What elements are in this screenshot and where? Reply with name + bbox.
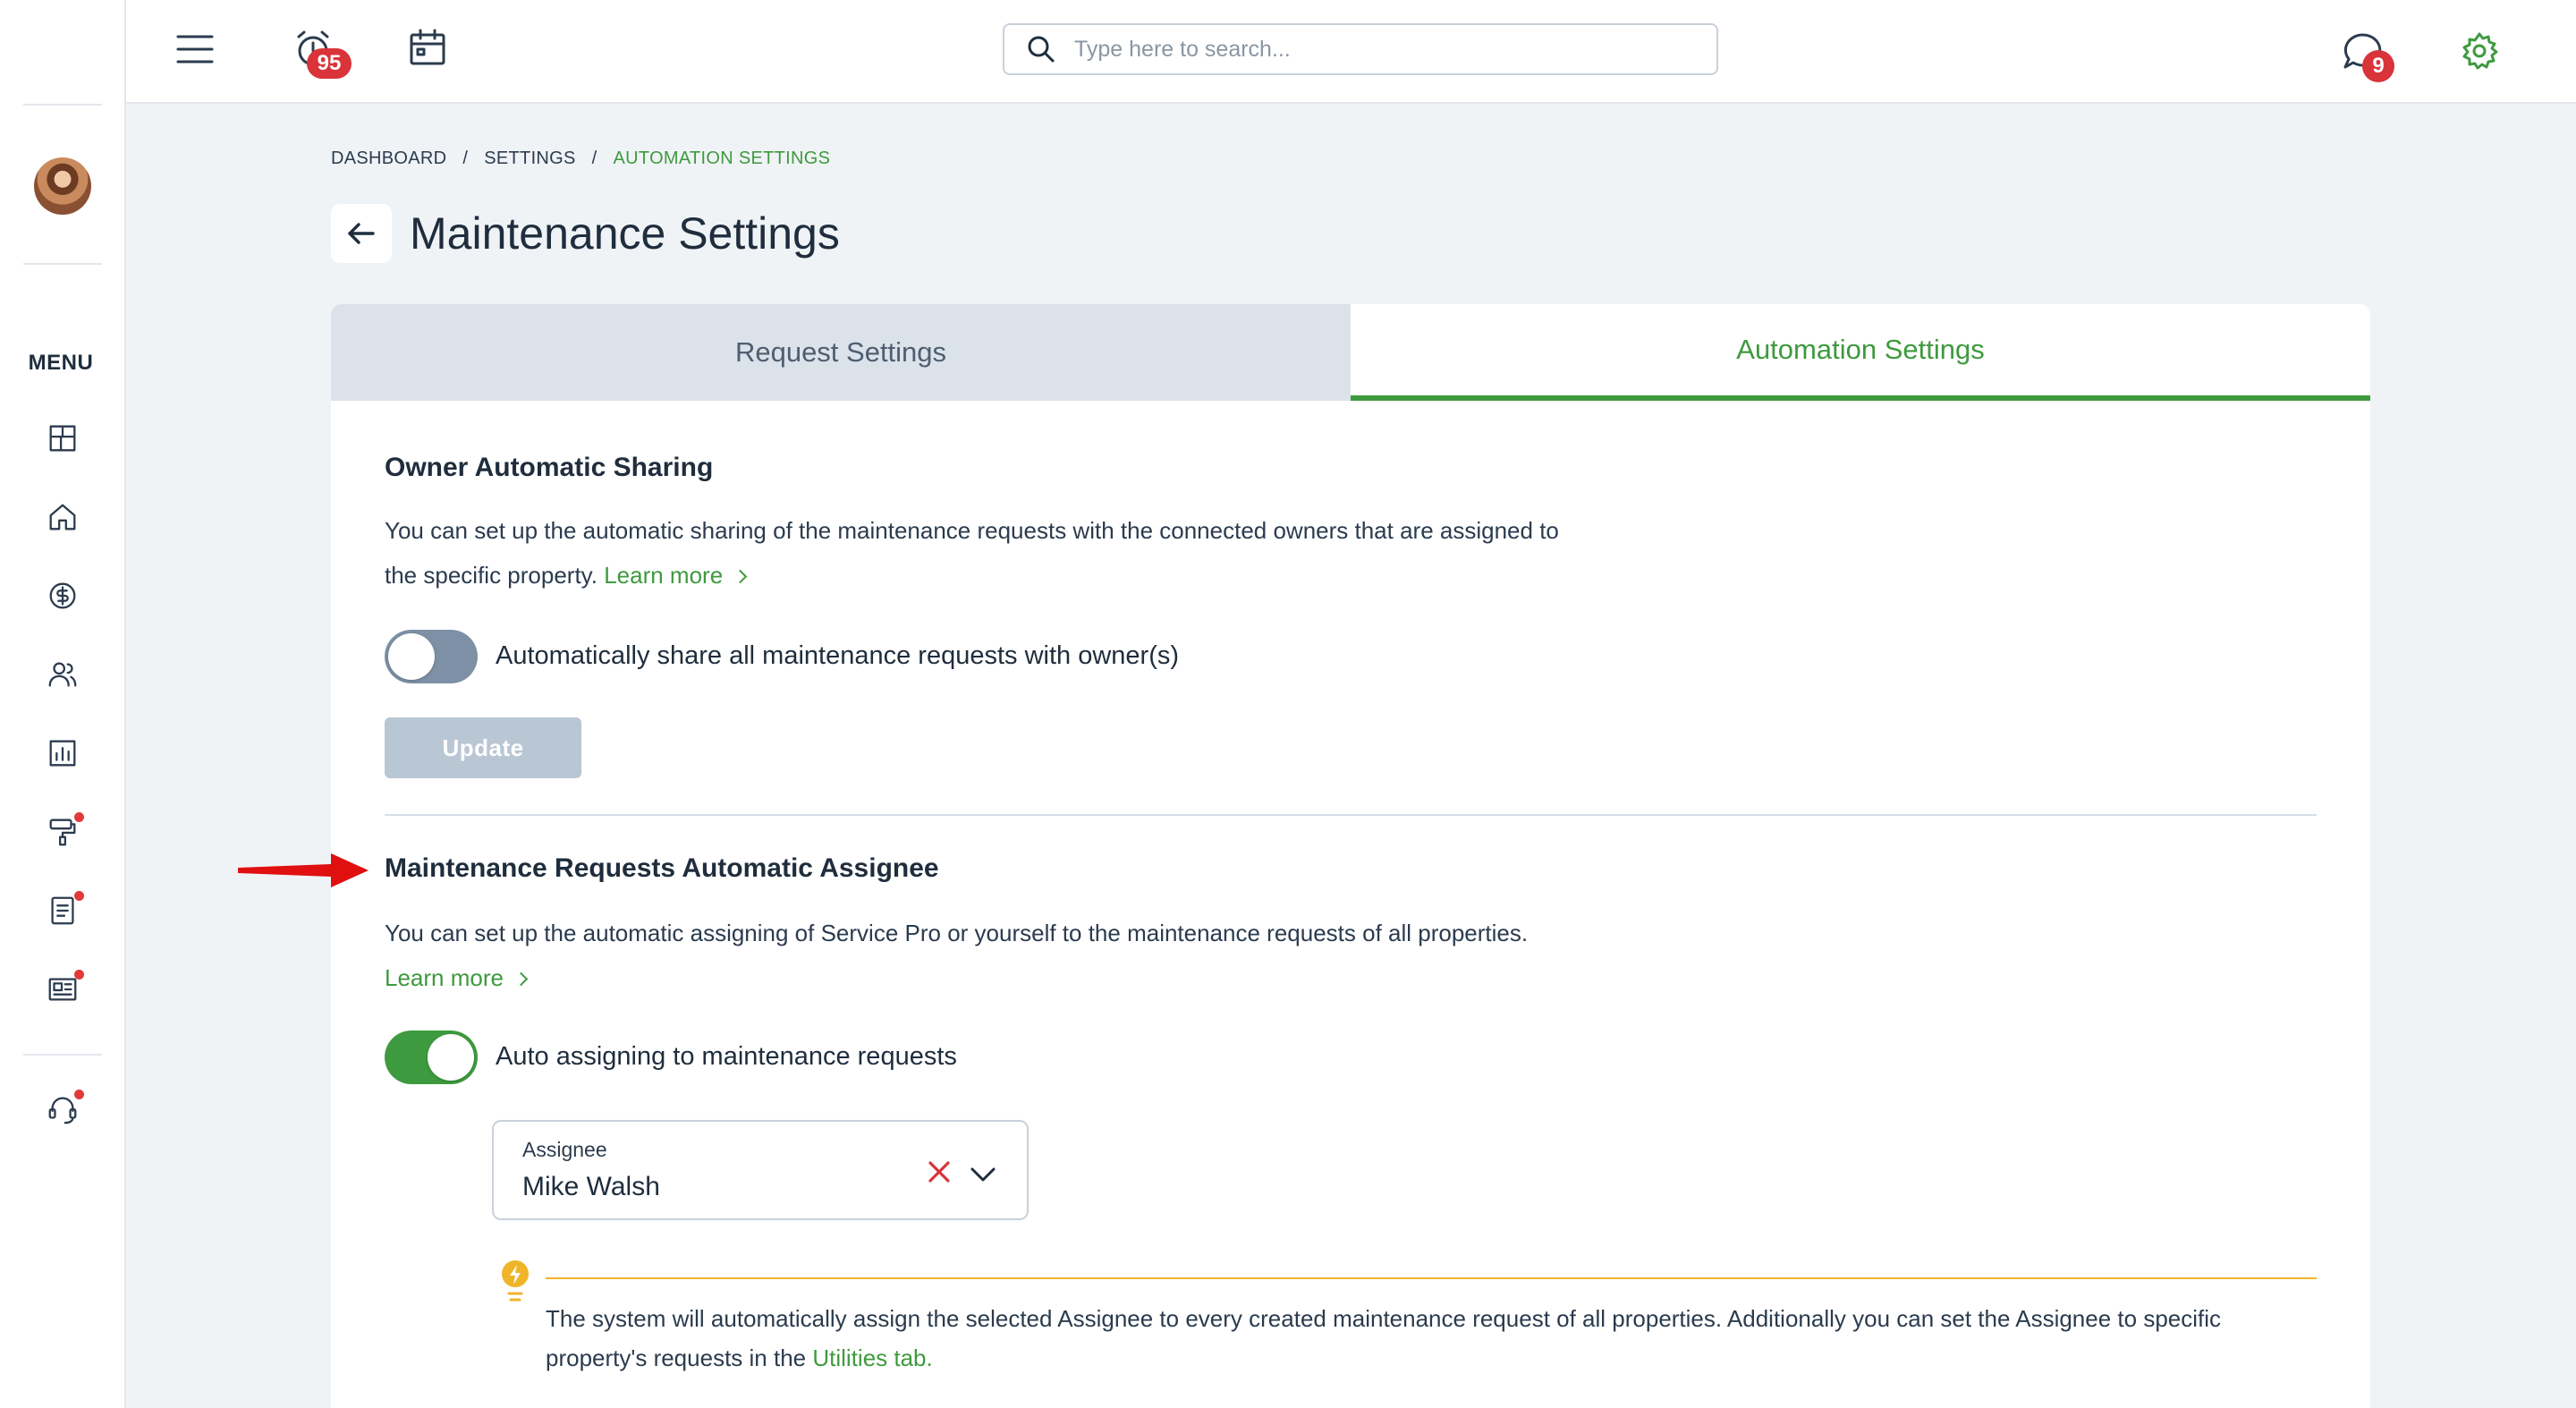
assignee-label: Assignee xyxy=(522,1138,607,1161)
sidebar-item-home[interactable] xyxy=(43,497,82,537)
topbar: 95 9 xyxy=(126,0,2576,104)
hamburger-icon xyxy=(176,35,214,64)
close-icon xyxy=(928,1161,950,1183)
calendar-icon xyxy=(410,29,445,65)
owner-sharing-toggle[interactable] xyxy=(385,630,478,683)
search-box[interactable] xyxy=(1003,23,1718,75)
annotation-arrow-icon xyxy=(238,853,369,887)
tab-request-settings[interactable]: Request Settings xyxy=(331,304,1351,401)
lightbulb-icon xyxy=(502,1260,529,1302)
update-button[interactable]: Update xyxy=(385,717,581,778)
search-input[interactable] xyxy=(1074,36,1682,63)
chevron-down-icon xyxy=(970,1167,996,1182)
avatar[interactable] xyxy=(34,157,91,215)
breadcrumb-automation-settings: AUTOMATION SETTINGS xyxy=(613,148,831,168)
notification-dot xyxy=(74,891,84,901)
calendar-button[interactable] xyxy=(405,25,450,70)
back-button[interactable] xyxy=(331,204,392,263)
notification-dot xyxy=(74,1090,84,1099)
settings-card: Request Settings Automation Settings Own… xyxy=(331,304,2370,1408)
owner-sharing-learn-more-link[interactable]: Learn more xyxy=(604,562,748,589)
assignee-dropdown-toggle[interactable] xyxy=(968,1159,998,1190)
menu-label: MENU xyxy=(28,351,94,375)
notification-dot xyxy=(74,970,84,980)
section-divider xyxy=(385,814,2317,816)
messages-badge: 9 xyxy=(2362,50,2394,82)
owner-sharing-description-line1: You can set up the automatic sharing of … xyxy=(385,517,1559,544)
toggle-knob xyxy=(428,1034,474,1081)
home-icon xyxy=(49,504,76,530)
tab-automation-settings[interactable]: Automation Settings xyxy=(1351,304,2370,401)
sidebar-divider xyxy=(23,104,102,106)
sidebar-item-dashboard[interactable] xyxy=(43,419,82,458)
alarm-badge: 95 xyxy=(307,48,352,79)
alarm-button[interactable]: 95 xyxy=(289,25,352,79)
auto-assignee-description-text: You can set up the automatic assigning o… xyxy=(385,920,1529,946)
search-icon xyxy=(1028,36,1055,63)
auto-assignee-learn-more-link[interactable]: Learn more xyxy=(385,955,1528,1000)
auto-assignee-description: You can set up the automatic assigning o… xyxy=(385,911,1528,1000)
auto-assign-toggle[interactable] xyxy=(385,1031,478,1084)
page-title: Maintenance Settings xyxy=(410,208,840,259)
sidebar-divider xyxy=(23,1054,102,1056)
sidebar-item-maintenance[interactable] xyxy=(43,812,84,852)
breadcrumb-separator: / xyxy=(591,148,597,168)
clear-assignee-button[interactable] xyxy=(925,1158,953,1186)
learn-more-label: Learn more xyxy=(604,562,724,589)
sidebar-divider xyxy=(23,263,102,265)
arrow-left-icon xyxy=(348,223,375,244)
owner-sharing-toggle-label: Automatically share all maintenance requ… xyxy=(496,641,1180,670)
sidebar-item-people[interactable] xyxy=(43,655,82,694)
owner-sharing-description: You can set up the automatic sharing of … xyxy=(385,508,1559,598)
sidebar-item-reports[interactable] xyxy=(43,734,82,773)
tip-divider xyxy=(546,1277,2317,1279)
learn-more-label: Learn more xyxy=(385,964,504,991)
owner-sharing-title: Owner Automatic Sharing xyxy=(385,453,714,482)
breadcrumb-separator: / xyxy=(462,148,469,168)
users-icon xyxy=(48,662,77,687)
settings-button[interactable] xyxy=(2457,29,2502,73)
breadcrumb-settings[interactable]: SETTINGS xyxy=(484,148,575,169)
sidebar-item-support[interactable] xyxy=(43,1090,84,1129)
breadcrumb-dashboard[interactable]: DASHBOARD xyxy=(331,148,446,169)
sidebar-item-news[interactable] xyxy=(43,970,84,1009)
breadcrumb: DASHBOARD / SETTINGS / AUTOMATION SETTIN… xyxy=(331,148,830,169)
auto-assignee-title: Maintenance Requests Automatic Assignee xyxy=(385,853,939,883)
assignee-select[interactable]: Assignee Mike Walsh xyxy=(492,1120,1029,1220)
reports-icon xyxy=(49,740,76,767)
assignee-value: Mike Walsh xyxy=(522,1172,660,1201)
utilities-tab-link[interactable]: Utilities tab. xyxy=(812,1344,932,1371)
dollar-icon xyxy=(49,582,76,609)
chevron-right-icon xyxy=(733,569,748,584)
description-text: the specific property. xyxy=(385,562,597,589)
auto-assign-toggle-label: Auto assigning to maintenance requests xyxy=(496,1042,957,1071)
dashboard-icon xyxy=(49,425,76,452)
owner-sharing-description-line2: the specific property. Learn more xyxy=(385,553,1559,598)
gear-icon xyxy=(2462,32,2498,70)
sidebar-item-finance[interactable] xyxy=(43,576,82,615)
toggle-knob xyxy=(388,633,435,680)
sidebar-item-documents[interactable] xyxy=(43,891,84,930)
tabs: Request Settings Automation Settings xyxy=(331,304,2370,401)
messages-button[interactable]: 9 xyxy=(2337,27,2394,82)
tip-body: The system will automatically assign the… xyxy=(546,1305,2222,1371)
sidebar: MENU xyxy=(0,0,126,1408)
hamburger-menu-button[interactable] xyxy=(173,29,217,70)
chevron-right-icon xyxy=(513,971,529,987)
tip-text: The system will automatically assign the… xyxy=(546,1299,2299,1378)
notification-dot xyxy=(74,812,84,822)
